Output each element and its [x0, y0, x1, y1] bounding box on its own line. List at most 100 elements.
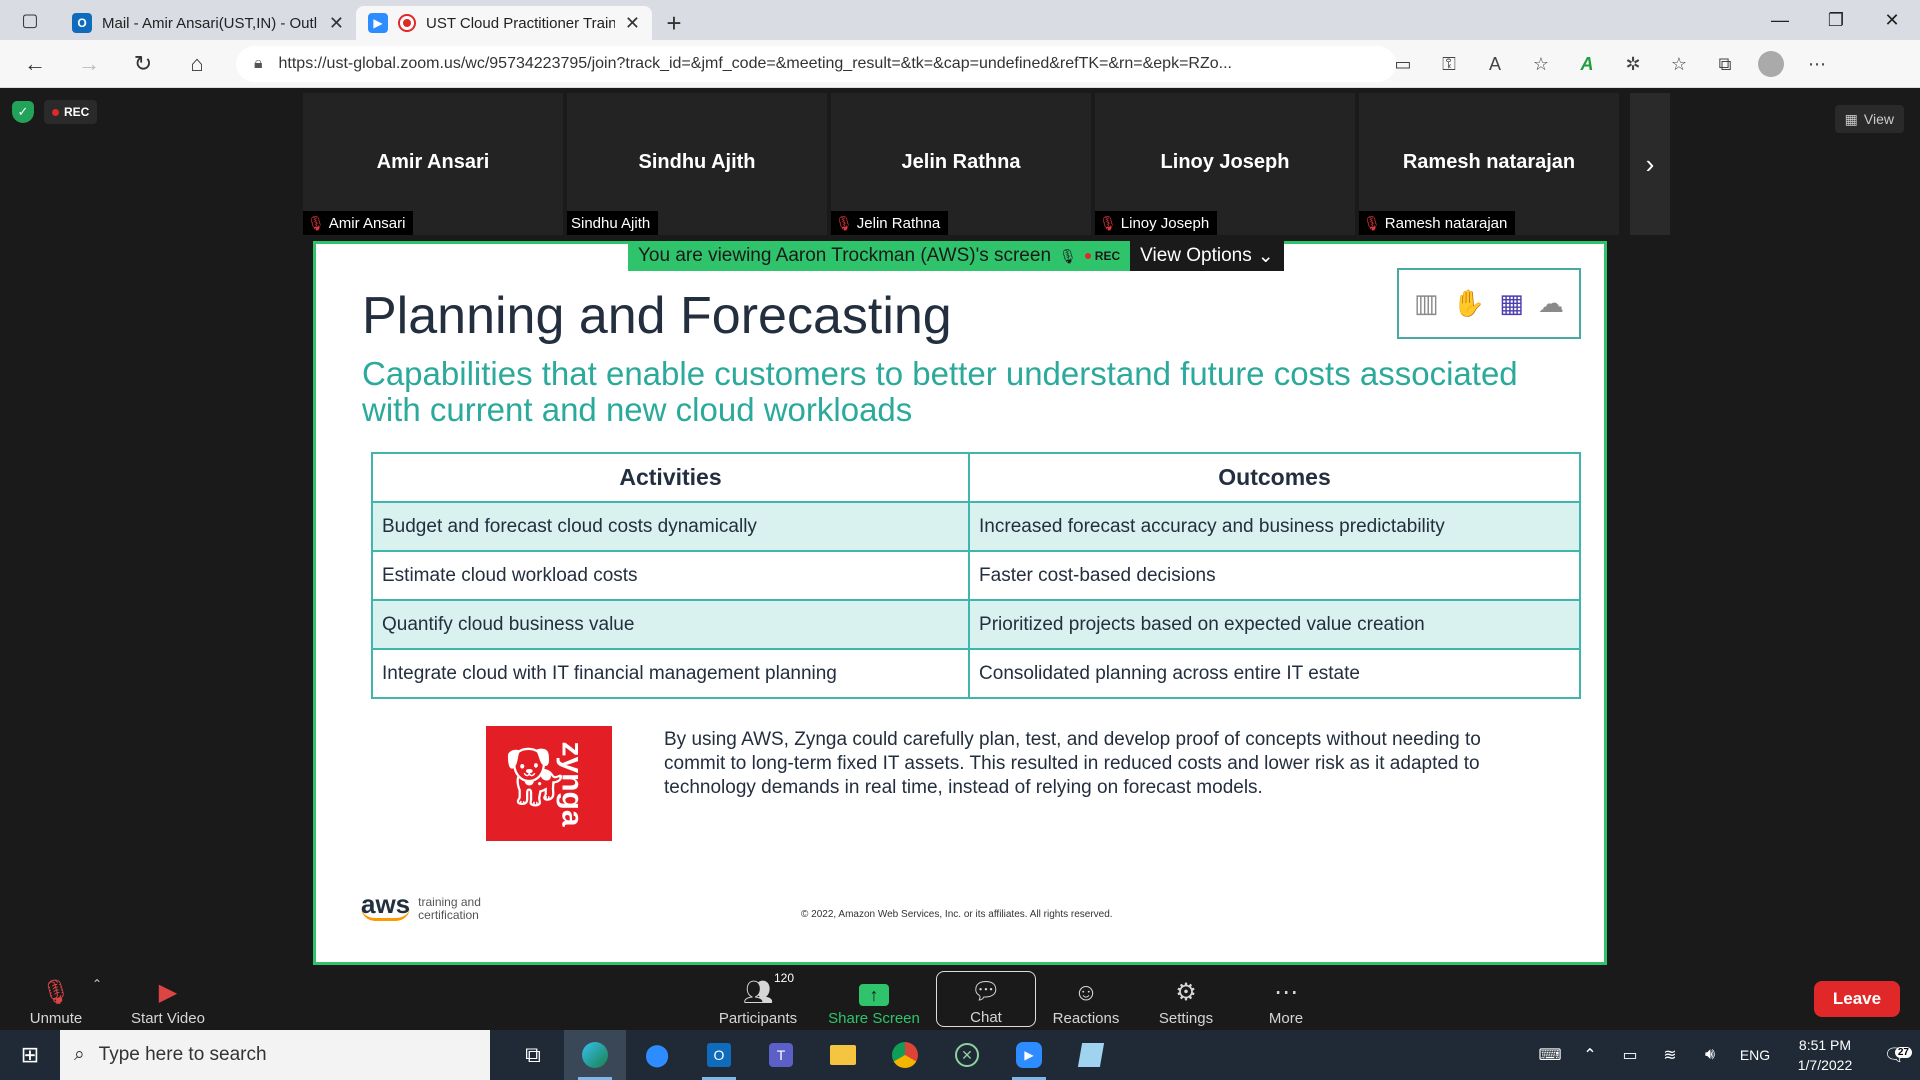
restore-icon[interactable]: ❐: [1808, 0, 1864, 40]
notepad-icon[interactable]: [1060, 1030, 1122, 1080]
participant-name: Jelin Rathna: [901, 151, 1021, 173]
system-tray: ⌨ ⌃ ▭ ≋ 🔊︎ ENG 8:51 PM 1/7/2022 🗨︎27: [1530, 1030, 1920, 1080]
camera-icon[interactable]: ▭: [1380, 40, 1426, 88]
edge-icon[interactable]: [564, 1030, 626, 1080]
unmute-button[interactable]: 🎙︎ Unmute: [6, 971, 106, 1028]
view-button[interactable]: ▦ View: [1834, 105, 1904, 133]
participant-tile[interactable]: Ramesh natarajan 🎙︎ Ramesh natarajan: [1359, 93, 1619, 235]
minimize-icon[interactable]: —: [1752, 0, 1808, 40]
more-dots-icon: ⋯: [1274, 979, 1298, 1006]
file-explorer-icon[interactable]: [812, 1030, 874, 1080]
reactions-button[interactable]: ☺ Reactions: [1036, 971, 1136, 1028]
chrome-icon[interactable]: [874, 1030, 936, 1080]
search-placeholder: Type here to search: [98, 1044, 267, 1065]
more-label: More: [1268, 1010, 1304, 1027]
refresh-button[interactable]: ↻: [116, 40, 170, 88]
tab-zoom[interactable]: ▶ UST Cloud Practitioner Train ✕: [356, 6, 652, 40]
participant-name: Sindhu Ajith: [638, 151, 756, 173]
notifications-icon[interactable]: 🗨︎27: [1870, 1045, 1920, 1066]
wifi-icon[interactable]: ≋: [1650, 1045, 1690, 1065]
participant-name: Amir Ansari: [376, 151, 490, 173]
xbox-icon[interactable]: ✕: [936, 1030, 998, 1080]
participant-name: Linoy Joseph: [1160, 151, 1290, 173]
chat-label: Chat: [970, 1009, 1002, 1026]
participant-tag: 🎙︎ Amir Ansari: [303, 211, 414, 235]
favorites-icon[interactable]: ☆: [1656, 40, 1702, 88]
table-row: Budget and forecast cloud costs dynamica…: [370, 501, 1581, 552]
outlook-taskbar-icon[interactable]: O: [688, 1030, 750, 1080]
table-cell: Quantify cloud business value: [370, 599, 971, 650]
start-video-button[interactable]: ▶︎ Start Video: [118, 971, 218, 1028]
participants-label: Participants: [718, 1010, 798, 1027]
next-participants-button[interactable]: ›: [1630, 93, 1670, 235]
keyboard-icon[interactable]: ⌨: [1530, 1045, 1570, 1065]
back-button[interactable]: ←: [8, 40, 62, 88]
language-indicator[interactable]: ENG: [1730, 1047, 1780, 1063]
security-shield-icon[interactable]: ✓: [12, 101, 34, 123]
taskbar-search-field[interactable]: ⌕ Type here to search: [60, 1030, 490, 1080]
tab-title: UST Cloud Practitioner Train: [426, 14, 615, 32]
mic-off-icon: 🎙︎: [1059, 247, 1077, 264]
participant-tile[interactable]: Linoy Joseph 🎙︎ Linoy Joseph: [1095, 93, 1355, 235]
show-hidden-icon[interactable]: ⌃: [1570, 1045, 1610, 1065]
zoom-taskbar-icon[interactable]: ▶: [998, 1030, 1060, 1080]
share-screen-button[interactable]: ↑ Share Screen: [824, 971, 924, 1027]
participants-count: 120: [774, 971, 795, 985]
table-row: Quantify cloud business value Prioritize…: [370, 599, 1581, 650]
table-cell: Faster cost-based decisions: [968, 550, 1581, 601]
close-window-icon[interactable]: ✕: [1864, 0, 1920, 40]
viewing-banner: You are viewing Aaron Trockman (AWS)'s s…: [628, 241, 1284, 271]
rec-indicator: REC: [1084, 249, 1120, 263]
read-aloud-icon[interactable]: A: [1472, 40, 1518, 88]
home-button[interactable]: ⌂: [170, 40, 224, 88]
tag-label: Jelin Rathna: [856, 214, 941, 232]
table-cell: Increased forecast accuracy and business…: [968, 501, 1581, 552]
column-header: Activities: [370, 452, 971, 503]
settings-button[interactable]: ⚙ Settings: [1136, 971, 1236, 1028]
favorite-add-icon[interactable]: ☆: [1518, 40, 1564, 88]
table-header-row: Activities Outcomes: [370, 452, 1581, 503]
recording-badge: REC: [44, 100, 98, 124]
audio-options-icon[interactable]: ⌃: [92, 977, 102, 991]
aws-wordmark: aws: [361, 889, 411, 921]
battery-icon[interactable]: ▭: [1610, 1045, 1650, 1065]
volume-icon[interactable]: 🔊︎: [1690, 1046, 1730, 1064]
url-field[interactable]: 🔒︎ https://ust-global.zoom.us/wc/9573422…: [236, 46, 1396, 82]
clock[interactable]: 8:51 PM 1/7/2022: [1780, 1035, 1870, 1075]
tab-mail[interactable]: O Mail - Amir Ansari(UST,IN) - Outl ✕: [60, 6, 356, 40]
teams-icon[interactable]: T: [750, 1030, 812, 1080]
chat-button[interactable]: 💬︎ Chat: [936, 971, 1036, 1027]
maps-icon[interactable]: ⬤: [626, 1030, 688, 1080]
close-tab-icon[interactable]: ✕: [625, 13, 640, 34]
more-icon[interactable]: ⋯: [1794, 40, 1840, 88]
view-label: View: [1863, 111, 1894, 127]
extension-a-icon[interactable]: A: [1564, 40, 1610, 88]
new-tab-button[interactable]: +: [652, 6, 696, 40]
slide-icon-group: ▥ ✋ ▦ ☁: [1397, 268, 1581, 339]
participant-strip: Amir Ansari 🎙︎ Amir Ansari Sindhu Ajith S…: [303, 93, 1619, 235]
task-view-icon[interactable]: ⧉: [502, 1030, 564, 1080]
collections-icon[interactable]: ⧉: [1702, 40, 1748, 88]
forward-button[interactable]: →: [62, 40, 116, 88]
participant-tile[interactable]: Amir Ansari 🎙︎ Amir Ansari: [303, 93, 563, 235]
close-tab-icon[interactable]: ✕: [329, 13, 344, 34]
address-bar-icons: ▭ ⚿ A ☆ A ✲ ☆ ⧉ ⋯: [1380, 40, 1840, 88]
participant-tile[interactable]: Jelin Rathna 🎙︎ Jelin Rathna: [831, 93, 1091, 235]
tagline-line: certification: [418, 908, 479, 922]
windows-start-icon[interactable]: ⊞: [0, 1030, 60, 1080]
participant-tile[interactable]: Sindhu Ajith Sindhu Ajith: [567, 93, 827, 235]
capabilities-table: Activities Outcomes Budget and forecast …: [370, 452, 1581, 699]
table-cell: Budget and forecast cloud costs dynamica…: [370, 501, 971, 552]
key-icon[interactable]: ⚿: [1426, 40, 1472, 88]
more-button[interactable]: ⋯ More: [1236, 971, 1336, 1028]
tab-actions-icon[interactable]: ▢: [0, 0, 60, 40]
gear-icon: ⚙: [1175, 979, 1197, 1006]
zoom-toolbar: 🎙︎ Unmute ⌃ ▶︎ Start Video 👥︎ Participan…: [0, 965, 1920, 1030]
aws-logo: aws training and certification: [361, 889, 481, 922]
view-options-button[interactable]: View Options ⌄: [1130, 241, 1284, 271]
profile-avatar[interactable]: [1748, 40, 1794, 88]
window-controls: — ❐ ✕: [1752, 0, 1920, 40]
lock-icon[interactable]: 🔒︎: [254, 55, 263, 73]
leave-button[interactable]: Leave: [1814, 981, 1900, 1017]
extensions-icon[interactable]: ✲: [1610, 40, 1656, 88]
